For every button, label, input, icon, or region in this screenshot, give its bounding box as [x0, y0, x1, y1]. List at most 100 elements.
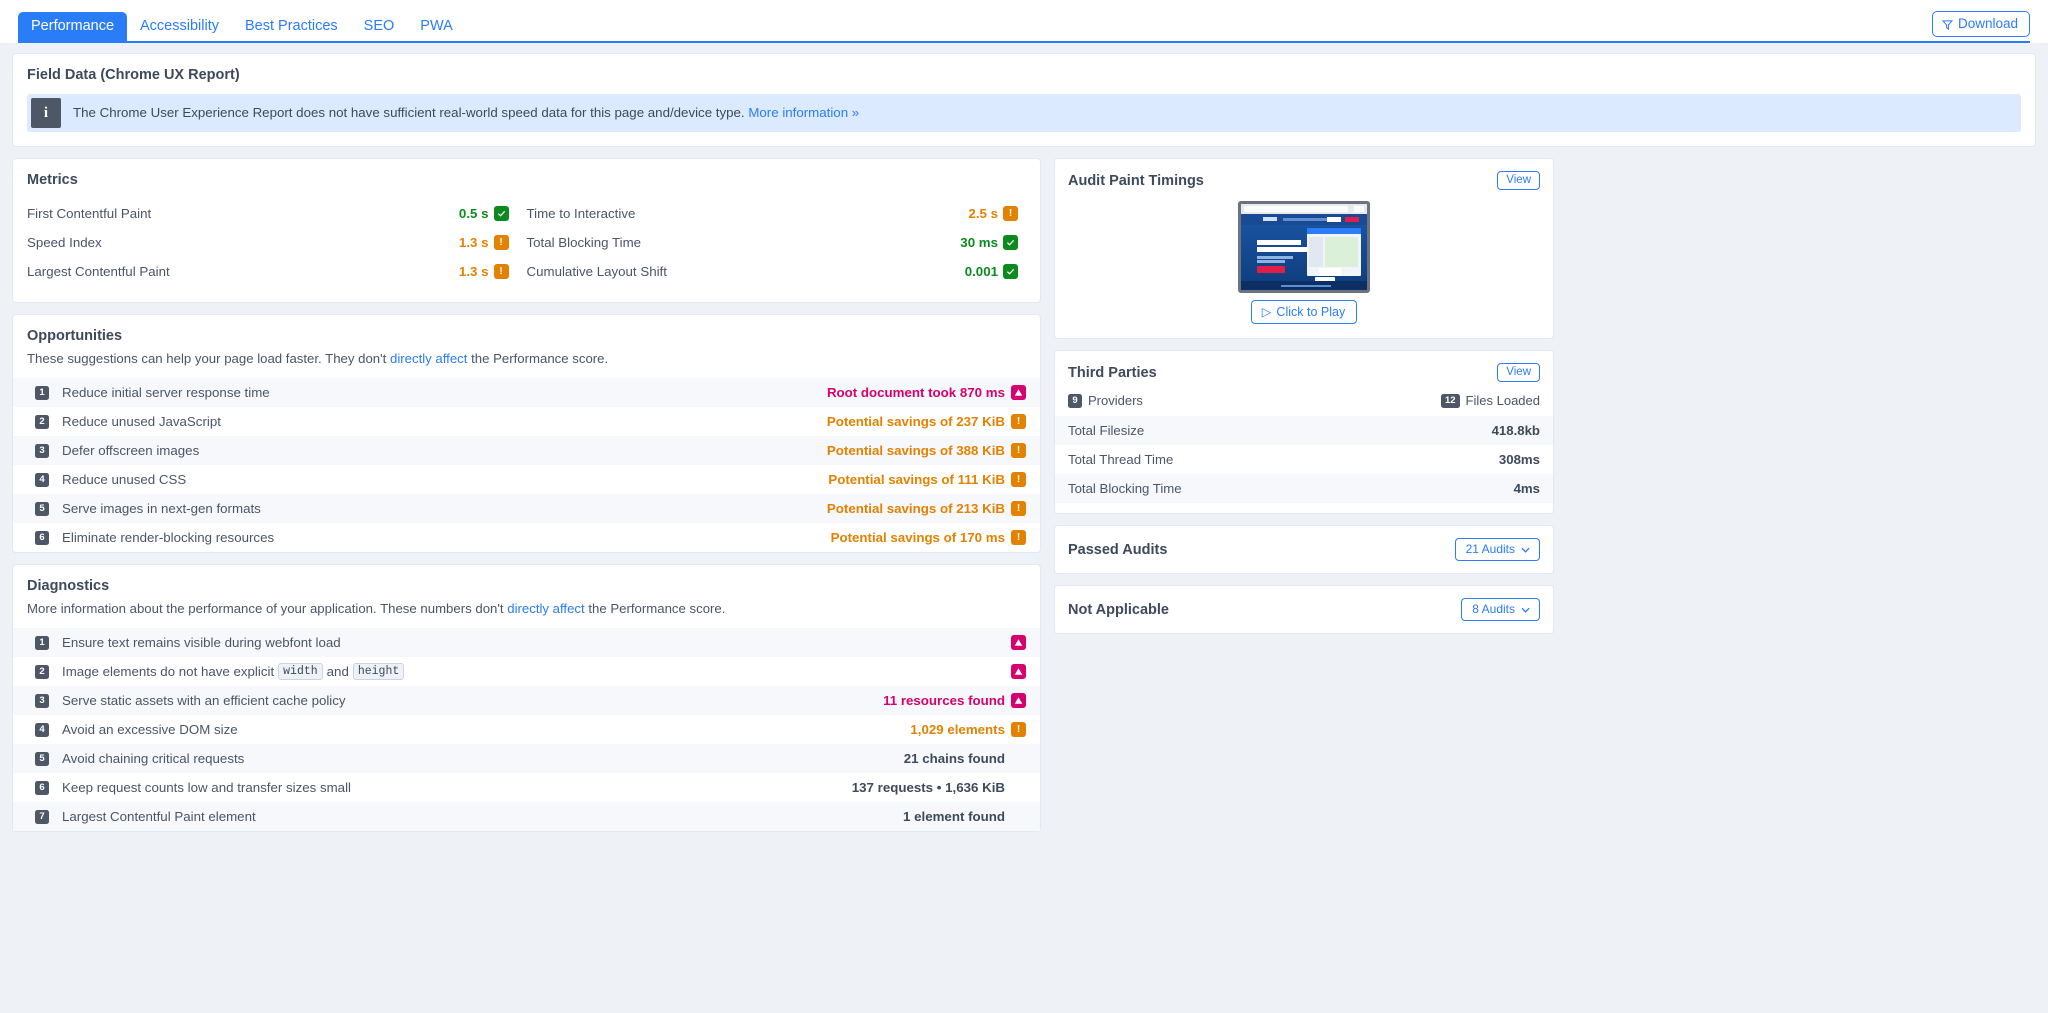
diagnostic-row[interactable]: 2 Image elements do not have explicit wi… — [13, 657, 1040, 686]
row-value: 21 chains found — [903, 751, 1005, 766]
metric-value-group: 2.5 s ! — [968, 206, 1026, 221]
row-title: Defer offscreen images — [62, 443, 200, 458]
row-index: 6 — [35, 530, 49, 545]
page-screenshot-thumbnail[interactable] — [1238, 201, 1370, 293]
metric-first-contentful-paint[interactable]: First Contentful Paint 0.5 s — [27, 199, 527, 228]
status-badge-average: ! — [1003, 206, 1018, 221]
thumb-paragraph-2 — [1257, 260, 1285, 263]
row-value-group: 137 requests • 1,636 KiB — [852, 780, 1026, 795]
row-value: 1,029 elements — [910, 722, 1005, 737]
metrics-grid: First Contentful Paint 0.5 s Time to Int… — [13, 199, 1040, 302]
chevron-down-icon — [1521, 542, 1530, 556]
third-parties-view-button[interactable]: View — [1497, 363, 1540, 382]
download-button-label: Download — [1957, 16, 2018, 31]
metric-label: Speed Index — [27, 235, 102, 250]
not-applicable-toggle-button[interactable]: 8 Audits — [1461, 598, 1540, 621]
row-value: 308ms — [1498, 452, 1540, 467]
metric-speed-index[interactable]: Speed Index 1.3 s ! — [27, 228, 527, 257]
diagnostic-row[interactable]: 3 Serve static assets with an efficient … — [13, 686, 1040, 715]
opportunities-rows: 1 Reduce initial server response time Ro… — [13, 378, 1040, 552]
opportunity-row[interactable]: 2 Reduce unused JavaScript Potential sav… — [13, 407, 1040, 436]
audit-paint-timings-view-button[interactable]: View — [1497, 171, 1540, 190]
field-data-notice-text: The Chrome User Experience Report does n… — [61, 94, 871, 132]
row-title-group: 4 Reduce unused CSS — [35, 472, 186, 487]
row-value: 11 resources found — [883, 693, 1005, 708]
diagnostic-row[interactable]: 4 Avoid an excessive DOM size 1,029 elem… — [13, 715, 1040, 744]
more-information-link[interactable]: More information » — [748, 104, 859, 121]
thumb-card-1 — [1319, 268, 1341, 276]
row-title-group: 1 Ensure text remains visible during web… — [35, 635, 341, 650]
row-title: Avoid chaining critical requests — [62, 751, 245, 766]
row-value-group: Root document took 870 ms — [827, 385, 1026, 400]
field-data-card: Field Data (Chrome UX Report) i The Chro… — [12, 53, 2036, 147]
diagnostic-row[interactable]: 7 Largest Contentful Paint element 1 ele… — [13, 802, 1040, 831]
row-index: 4 — [35, 472, 49, 487]
opportunity-row[interactable]: 4 Reduce unused CSS Potential savings of… — [13, 465, 1040, 494]
row-value: 137 requests • 1,636 KiB — [851, 780, 1005, 795]
passed-audits-count-label: 21 Audits — [1465, 542, 1515, 556]
opportunity-row[interactable]: 3 Defer offscreen images Potential savin… — [13, 436, 1040, 465]
third-parties-header: Third Parties View — [1055, 351, 1553, 393]
chevron-down-icon — [1521, 602, 1530, 616]
desc-after: the Performance score. — [584, 601, 726, 616]
code-chip-width: width — [278, 663, 323, 680]
files-loaded-label: Files Loaded — [1465, 393, 1540, 408]
row-label: Total Blocking Time — [1068, 481, 1182, 496]
opportunity-row[interactable]: 1 Reduce initial server response time Ro… — [13, 378, 1040, 407]
status-badge-fail — [1011, 385, 1026, 400]
row-title: Serve images in next-gen formats — [62, 501, 261, 516]
tab-accessibility[interactable]: Accessibility — [127, 12, 232, 43]
metric-cumulative-layout-shift[interactable]: Cumulative Layout Shift 0.001 — [527, 257, 1027, 286]
third-parties-title: Third Parties — [1068, 364, 1157, 381]
diagnostic-row[interactable]: 5 Avoid chaining critical requests 21 ch… — [13, 744, 1040, 773]
row-title-group: 5 Avoid chaining critical requests — [35, 751, 244, 766]
audit-paint-timings-header: Audit Paint Timings View — [1055, 159, 1553, 201]
diagnostics-card: Diagnostics More information about the p… — [12, 564, 1041, 832]
row-value-group: Potential savings of 237 KiB ! — [827, 414, 1026, 429]
row-title: Reduce unused JavaScript — [62, 414, 221, 429]
metric-largest-contentful-paint[interactable]: Largest Contentful Paint 1.3 s ! — [27, 257, 527, 286]
row-value: 1 element found — [903, 809, 1005, 824]
metric-total-blocking-time[interactable]: Total Blocking Time 30 ms — [527, 228, 1027, 257]
row-title: Keep request counts low and transfer siz… — [62, 780, 351, 795]
status-badge-fail — [1011, 635, 1026, 650]
thumb-cta-button — [1257, 266, 1285, 273]
diagnostic-row[interactable]: 6 Keep request counts low and transfer s… — [13, 773, 1040, 802]
thumb-panel-rows — [1309, 237, 1323, 267]
metric-label: Time to Interactive — [526, 206, 636, 221]
row-index: 5 — [35, 501, 49, 516]
tab-best-practices[interactable]: Best Practices — [232, 12, 351, 43]
tab-seo[interactable]: SEO — [351, 12, 408, 43]
row-title: Image elements do not have explicit — [62, 664, 275, 679]
download-button[interactable]: Download — [1931, 11, 2030, 37]
click-to-play-button[interactable]: ▷ Click to Play — [1250, 300, 1358, 324]
audit-paint-timings-card: Audit Paint Timings View ▷ Click to Play — [1054, 158, 1554, 339]
opportunity-row[interactable]: 5 Serve images in next-gen formats Poten… — [13, 494, 1040, 523]
row-index: 3 — [35, 443, 49, 458]
thumb-nav-button-1 — [1327, 217, 1341, 222]
directly-affect-link[interactable]: directly affect — [507, 601, 584, 616]
row-index: 5 — [35, 751, 49, 766]
thumb-paragraph-1 — [1257, 256, 1293, 259]
metric-value: 30 ms — [960, 235, 998, 250]
status-badge-average: ! — [1011, 443, 1026, 458]
diagnostic-row[interactable]: 1 Ensure text remains visible during web… — [13, 628, 1040, 657]
row-value-group: Potential savings of 213 KiB ! — [827, 501, 1026, 516]
row-title: Ensure text remains visible during webfo… — [62, 635, 341, 650]
directly-affect-link[interactable]: directly affect — [390, 351, 467, 366]
tab-performance[interactable]: Performance — [18, 12, 128, 43]
filmstrip-area: ▷ Click to Play — [1055, 201, 1553, 338]
status-badge-fail — [1011, 693, 1026, 708]
row-value-group: 21 chains found — [904, 751, 1026, 766]
thumb-footer-items — [1281, 284, 1331, 287]
metric-value: 2.5 s — [968, 206, 998, 221]
status-badge-average: ! — [493, 235, 509, 250]
row-title-group: 1 Reduce initial server response time — [35, 385, 270, 400]
metric-value-group: 30 ms — [960, 235, 1026, 250]
opportunity-row[interactable]: 6 Eliminate render-blocking resources Po… — [13, 523, 1040, 552]
tab-pwa[interactable]: PWA — [407, 12, 466, 43]
passed-audits-toggle-button[interactable]: 21 Audits — [1454, 538, 1540, 561]
row-value: Potential savings of 170 ms — [830, 530, 1005, 545]
metric-value-group: 1.3 s ! — [459, 235, 527, 250]
metric-time-to-interactive[interactable]: Time to Interactive 2.5 s ! — [527, 199, 1027, 228]
